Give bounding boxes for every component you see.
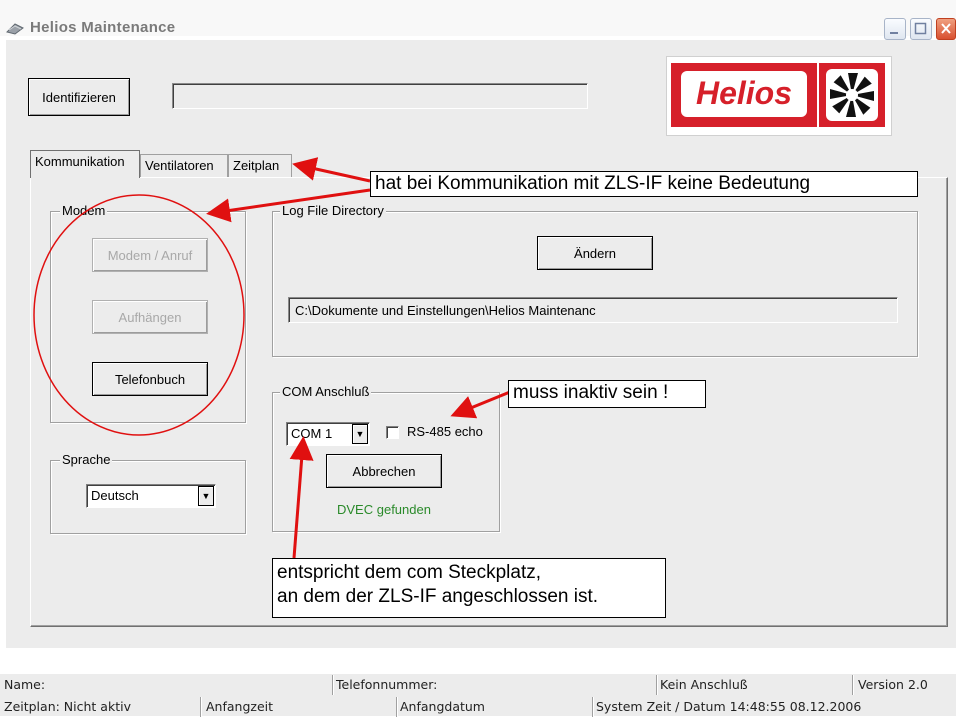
status-name: Name: [4, 677, 46, 692]
arrow-to-tabs [292, 157, 371, 183]
status-version: Version 2.0 [858, 677, 928, 692]
status-connection: Kein Anschluß [660, 677, 748, 692]
status-system-time: System Zeit / Datum 14:48:55 08.12.2006 [596, 699, 862, 714]
status-schedule: Zeitplan: Nicht aktiv [4, 699, 131, 714]
status-start-time: Anfangzeit [206, 699, 274, 714]
inactive-annotation-callout: muss inaktiv sein ! [508, 380, 706, 408]
status-bar-row-1: Name: Telefonnummer: Kein Anschluß Versi… [0, 674, 956, 696]
status-bar-row-2: Zeitplan: Nicht aktiv Anfangzeit Anfangd… [0, 696, 956, 717]
arrow-to-modem [206, 188, 371, 223]
tabs-annotation-callout: hat bei Kommunikation mit ZLS-IF keine B… [370, 171, 918, 197]
modem-highlight-ellipse [33, 194, 245, 436]
tab-kommunikation[interactable]: Kommunikation [30, 150, 140, 178]
arrow-to-com-port [289, 436, 314, 559]
status-start-date: Anfangdatum [400, 699, 485, 714]
status-phone: Telefonnummer: [336, 677, 438, 692]
arrow-to-rs485 [450, 390, 511, 419]
slot-annotation-callout: entspricht dem com Steckplatz, an dem de… [272, 558, 666, 618]
